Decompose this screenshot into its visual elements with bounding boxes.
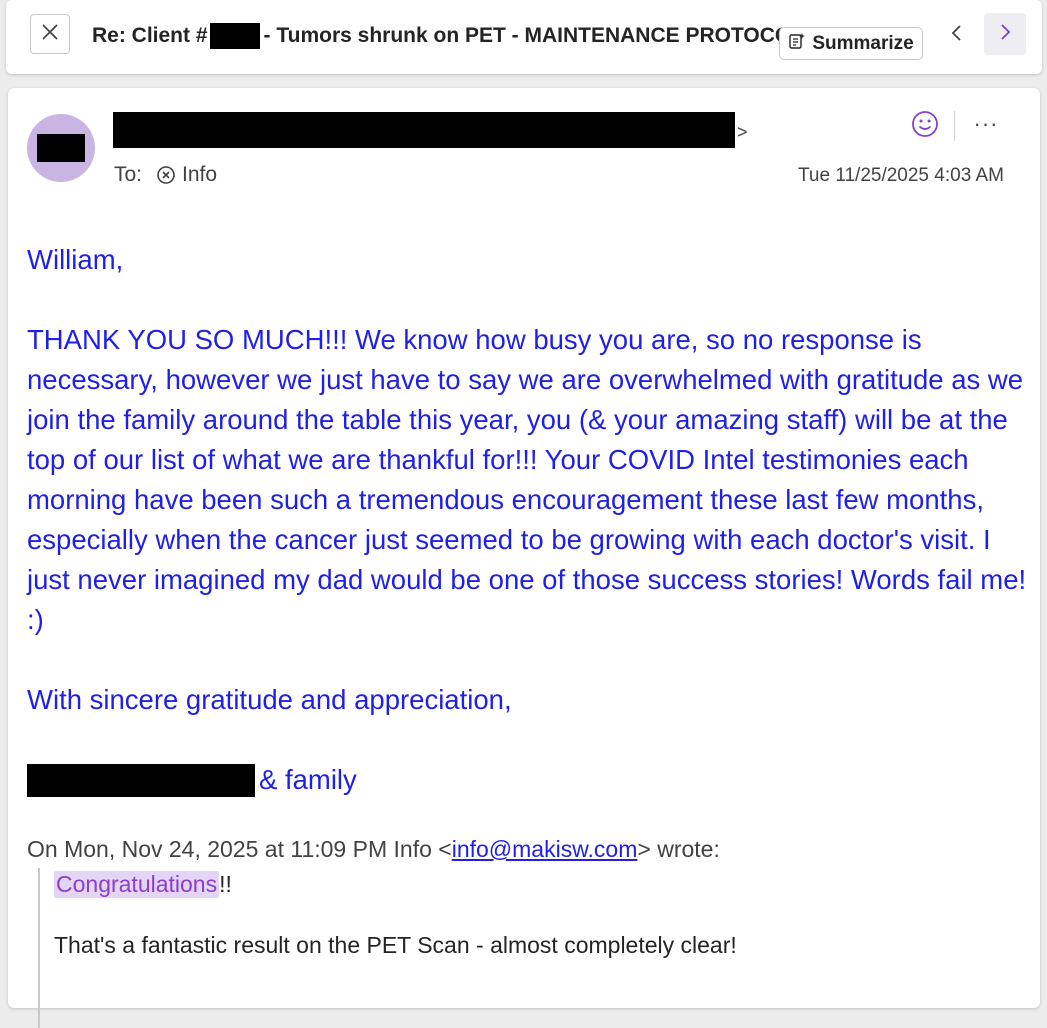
close-icon — [40, 22, 60, 47]
summarize-label: Summarize — [812, 32, 914, 54]
message-card: > To: Info ··· Tue 11/25/2025 4:03 AM Wi… — [8, 88, 1040, 1028]
smiley-icon — [911, 110, 939, 143]
quoted-line-1-suffix: !! — [219, 870, 232, 897]
body-paragraph: THANK YOU SO MUCH!!! We know how busy yo… — [27, 324, 1027, 635]
quoted-header-suffix: > wrote: — [637, 836, 720, 862]
quoted-message-header: On Mon, Nov 24, 2025 at 11:09 PM Info <i… — [27, 836, 720, 863]
signature-suffix: & family — [259, 764, 357, 795]
chevron-right-icon — [998, 22, 1012, 47]
redacted-avatar-initials — [37, 134, 85, 162]
summarize-button[interactable]: Summarize — [779, 27, 923, 60]
signature: & family — [27, 760, 1027, 800]
body-greeting: William, — [27, 244, 124, 275]
more-actions-button[interactable]: ··· — [968, 108, 1004, 140]
quoted-sender-email-link[interactable]: info@makisw.com — [452, 836, 638, 862]
subject-prefix: Re: Client # — [92, 24, 208, 47]
redacted-signature-name — [27, 763, 255, 797]
sender-line[interactable]: > — [113, 112, 748, 148]
reading-pane-header: Re: Client # - Tumors shrunk on PET - MA… — [6, 0, 1042, 74]
email-subject: Re: Client # - Tumors shrunk on PET - MA… — [92, 23, 804, 49]
sender-chevron: > — [737, 121, 748, 142]
quoted-header-prefix: On Mon, Nov 24, 2025 at 11:09 PM Info < — [27, 836, 452, 862]
redacted-client-number — [209, 23, 260, 49]
highlighted-word[interactable]: Congratulations — [54, 870, 220, 898]
previous-message-button[interactable] — [942, 18, 972, 52]
quoted-line-1: Congratulations!! — [54, 868, 737, 900]
more-icon: ··· — [973, 111, 999, 136]
next-message-button[interactable] — [984, 13, 1026, 55]
reaction-button[interactable] — [908, 109, 942, 143]
summarize-icon — [788, 32, 806, 56]
header-divider — [954, 111, 955, 141]
sender-avatar[interactable] — [27, 114, 95, 182]
message-body: William, THANK YOU SO MUCH!!! We know ho… — [27, 240, 1027, 800]
subject-suffix: - Tumors shrunk on PET - MAINTENANCE PRO… — [263, 24, 805, 47]
redacted-sender-name — [113, 112, 735, 148]
chevron-left-icon — [950, 23, 964, 48]
recipient-name[interactable]: Info — [182, 163, 217, 187]
quoted-message: Congratulations!! That's a fantastic res… — [38, 868, 737, 1028]
recipient-status-icon — [156, 165, 176, 185]
message-timestamp: Tue 11/25/2025 4:03 AM — [798, 165, 1004, 186]
body-closing: With sincere gratitude and appreciation, — [27, 684, 512, 715]
quoted-line-2: That's a fantastic result on the PET Sca… — [54, 932, 737, 958]
recipients-line: To: Info — [114, 163, 217, 187]
close-button[interactable] — [30, 14, 70, 54]
to-label: To: — [114, 163, 143, 186]
